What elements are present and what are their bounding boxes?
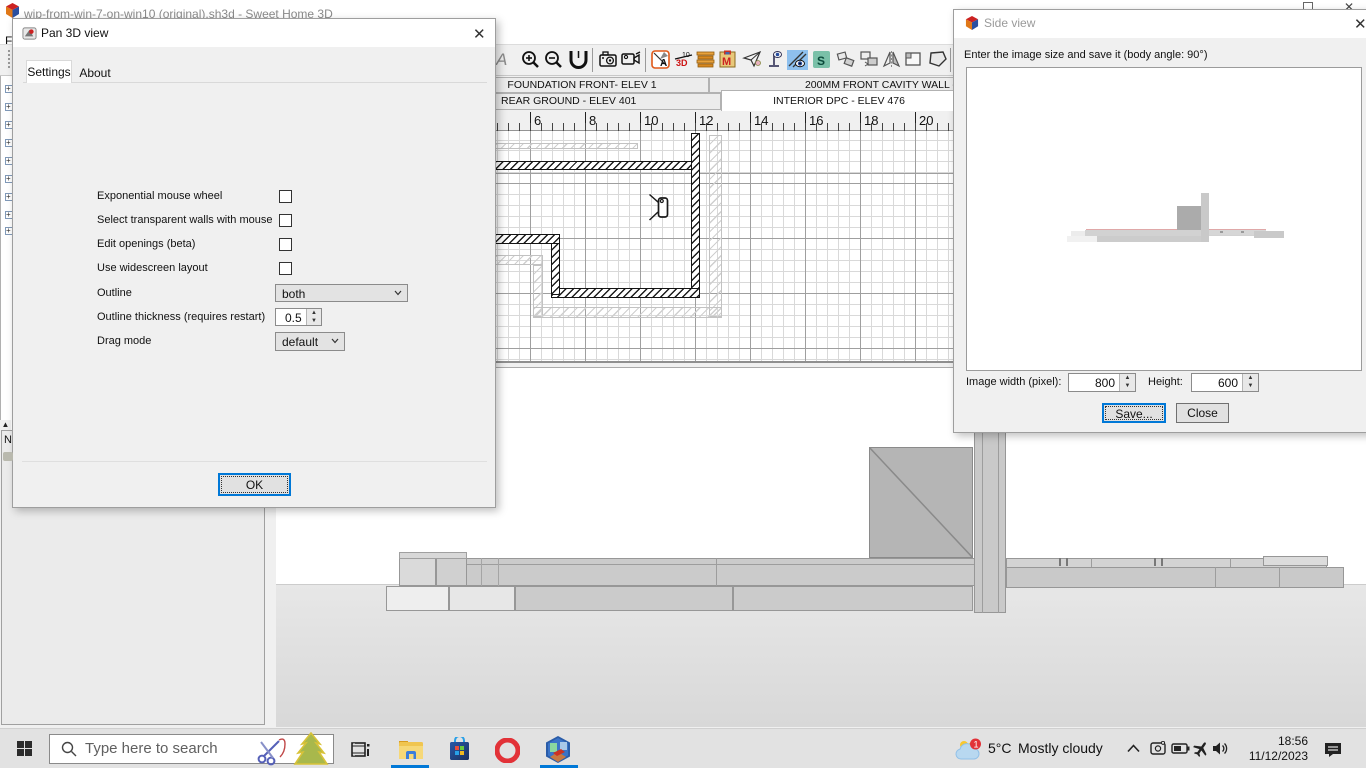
svg-text:10: 10 xyxy=(682,52,690,59)
svg-text:1: 1 xyxy=(974,740,979,750)
svg-text:M: M xyxy=(722,56,731,68)
svg-text:A: A xyxy=(660,58,667,69)
svg-text:3D: 3D xyxy=(676,58,688,68)
svg-text:S: S xyxy=(817,54,825,68)
